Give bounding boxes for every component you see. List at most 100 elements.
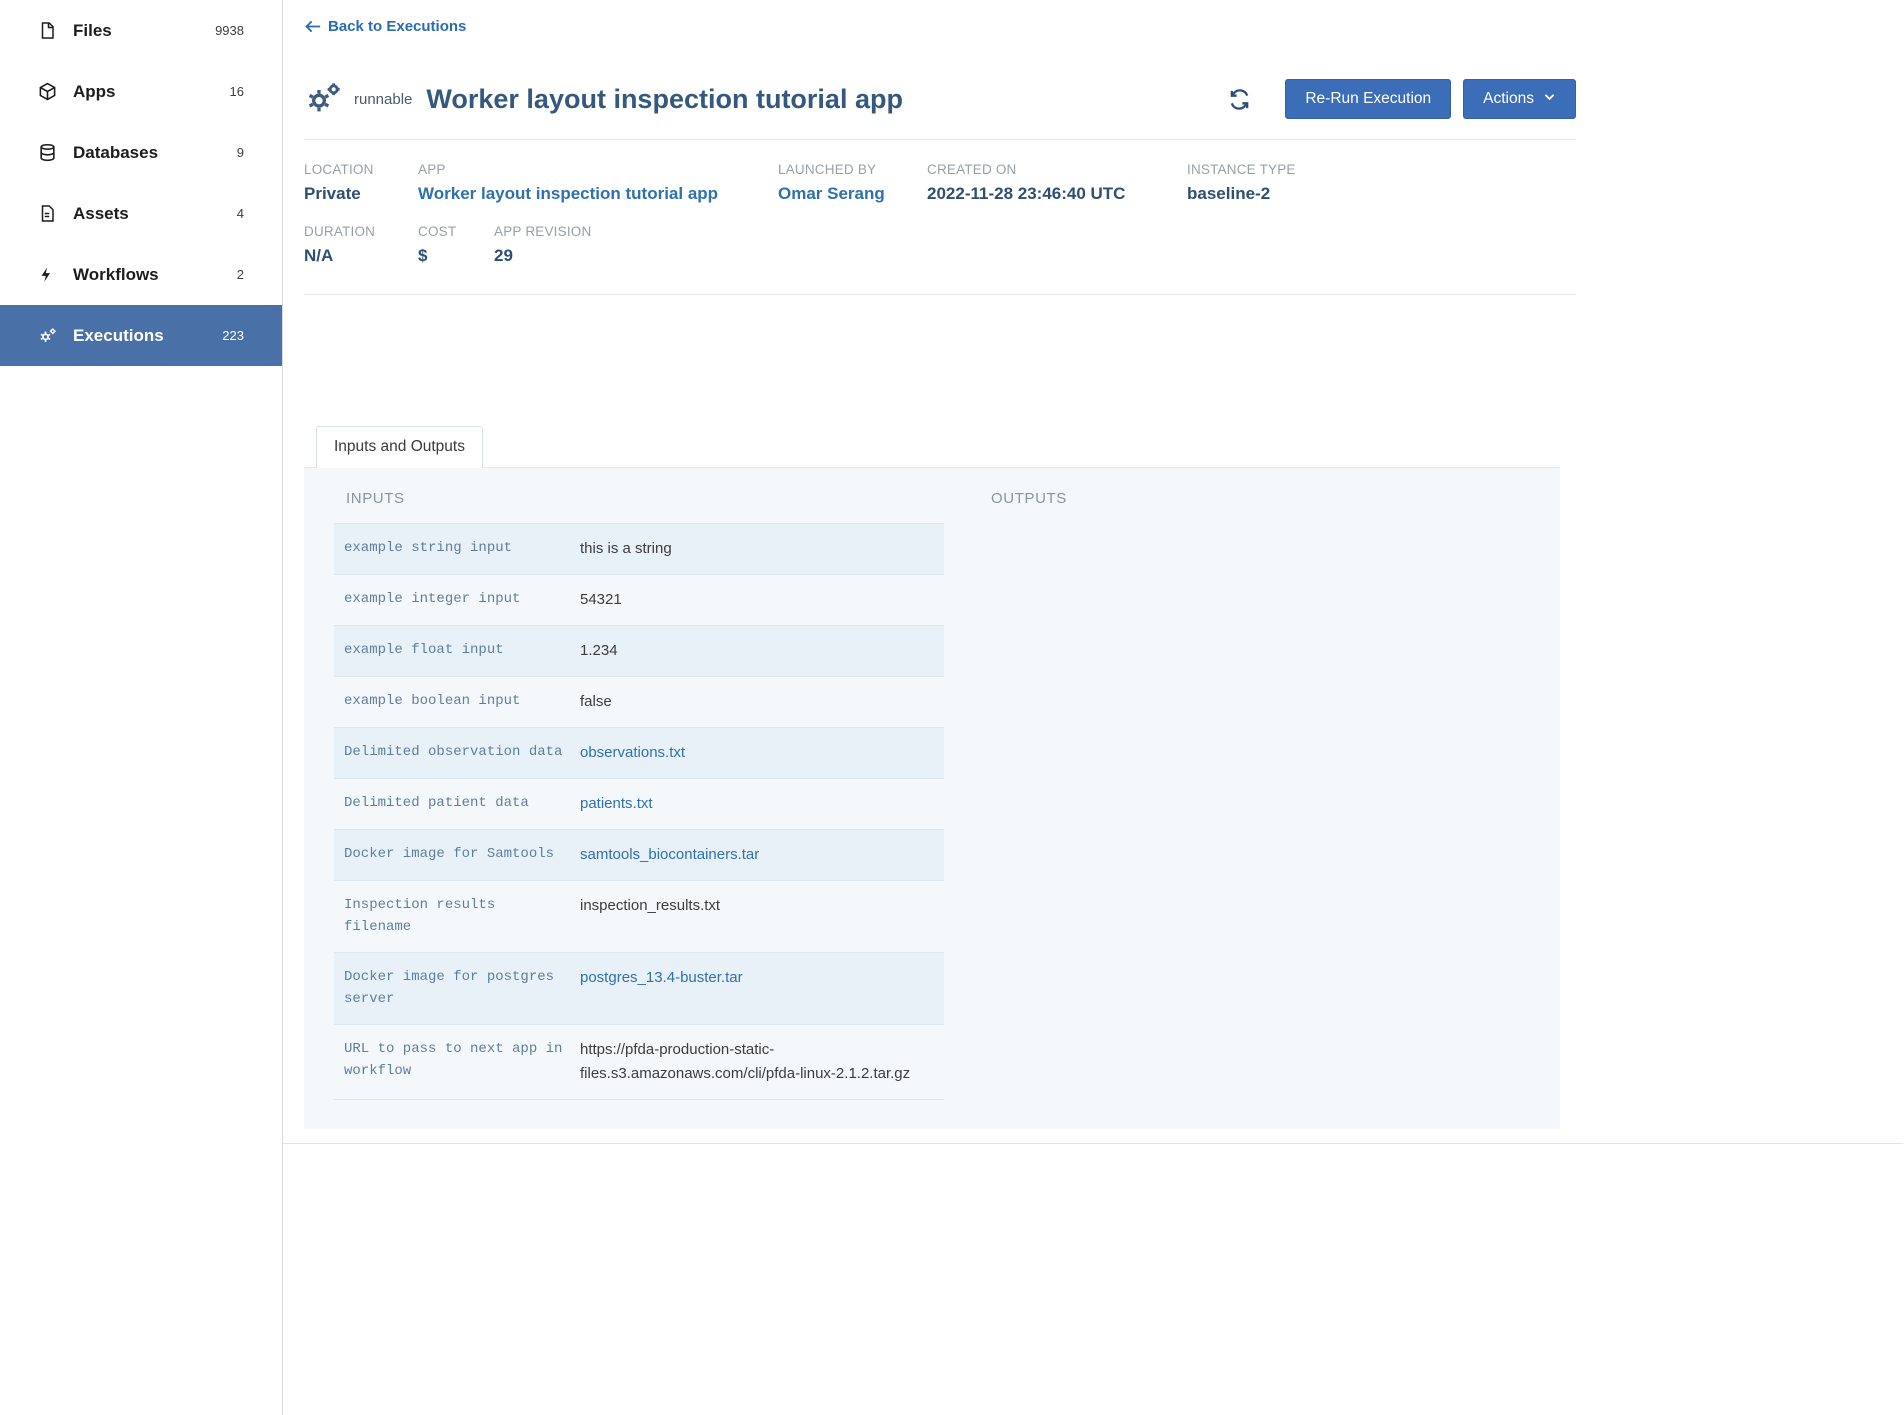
input-name: Delimited patient data <box>344 792 570 816</box>
sidebar-item-label: Files <box>73 21 112 41</box>
input-value: false <box>570 690 934 714</box>
input-value: 54321 <box>570 588 934 612</box>
bolt-icon <box>38 265 66 284</box>
input-row: example integer input 54321 <box>334 575 944 626</box>
actions-button[interactable]: Actions <box>1463 79 1576 119</box>
outputs-column: OUTPUTS <box>979 484 1560 1119</box>
tab-inputs-and-outputs[interactable]: Inputs and Outputs <box>316 426 483 468</box>
page-title: Worker layout inspection tutorial app <box>426 84 903 115</box>
input-value: this is a string <box>570 537 934 561</box>
tab-bar: Inputs and Outputs <box>304 426 1576 468</box>
sidebar-item-assets[interactable]: Assets 4 <box>0 183 282 244</box>
input-value-file-link[interactable]: observations.txt <box>570 741 934 765</box>
sidebar-item-count: 4 <box>237 206 244 221</box>
inputs-outputs-panel: INPUTS example string input this is a st… <box>304 467 1560 1129</box>
execution-metadata: LOCATION Private APP Worker layout inspe… <box>304 140 1576 295</box>
meta-field-label: APP <box>418 162 764 177</box>
meta-field: INSTANCE TYPE baseline-2 <box>1187 162 1310 204</box>
sidebar-item-label: Workflows <box>73 265 159 285</box>
input-row: Inspection results filename inspection_r… <box>334 881 944 953</box>
inputs-heading: INPUTS <box>346 490 979 507</box>
input-row: Docker image for postgres server postgre… <box>334 953 944 1025</box>
meta-field-label: LAUNCHED BY <box>778 162 913 177</box>
sidebar-item-label: Databases <box>73 143 158 163</box>
sidebar-item-count: 9 <box>237 145 244 160</box>
chevron-down-icon <box>1543 90 1556 108</box>
meta-field-label: LOCATION <box>304 162 404 177</box>
sidebar-item-count: 223 <box>222 328 244 343</box>
input-name: Inspection results filename <box>344 894 570 939</box>
sidebar-item-label: Executions <box>73 326 164 346</box>
meta-field: LOCATION Private <box>304 162 418 204</box>
meta-field: APP REVISION 29 <box>494 224 605 266</box>
input-name: Docker image for postgres server <box>344 966 570 1011</box>
meta-field-label: DURATION <box>304 224 404 239</box>
input-name: example boolean input <box>344 690 570 714</box>
input-name: example string input <box>344 537 570 561</box>
refresh-icon[interactable] <box>1224 84 1255 115</box>
input-value-file-link[interactable]: patients.txt <box>570 792 934 816</box>
meta-field-label: COST <box>418 224 480 239</box>
outputs-heading: OUTPUTS <box>991 490 1560 507</box>
input-row: Delimited observation data observations.… <box>334 728 944 779</box>
input-name: URL to pass to next app in workflow <box>344 1038 570 1086</box>
sidebar-item-count: 9938 <box>215 23 244 38</box>
sidebar-item-count: 2 <box>237 267 244 282</box>
meta-field-label: CREATED ON <box>927 162 1173 177</box>
input-row: URL to pass to next app in workflow http… <box>334 1025 944 1100</box>
meta-field: COST $ <box>418 224 494 266</box>
input-value: https://pfda-production-static-files.s3.… <box>570 1038 934 1086</box>
sidebar-item-executions[interactable]: Executions 223 <box>0 305 282 366</box>
sidebar-item-workflows[interactable]: Workflows 2 <box>0 244 282 305</box>
main-content: Back to Executions runnable Worker layou <box>283 0 1904 1415</box>
meta-field-value[interactable]: Omar Serang <box>778 184 913 204</box>
input-name: example float input <box>344 639 570 663</box>
input-row: Delimited patient data patients.txt <box>334 779 944 830</box>
meta-field: LAUNCHED BY Omar Serang <box>778 162 927 204</box>
meta-field-value: Private <box>304 184 404 204</box>
input-value-file-link[interactable]: samtools_biocontainers.tar <box>570 843 934 867</box>
meta-row-2: DURATION N/A COST $ APP REVISION 29 <box>304 224 1576 266</box>
meta-row-1: LOCATION Private APP Worker layout inspe… <box>304 162 1576 204</box>
inputs-column: INPUTS example string input this is a st… <box>334 484 979 1119</box>
asset-icon <box>38 204 66 223</box>
input-name: example integer input <box>344 588 570 612</box>
meta-field-label: INSTANCE TYPE <box>1187 162 1296 177</box>
meta-field-value: 29 <box>494 246 591 266</box>
input-value: inspection_results.txt <box>570 894 934 939</box>
back-arrow-icon <box>304 19 321 34</box>
runnable-badge: runnable <box>354 91 412 108</box>
input-value: 1.234 <box>570 639 934 663</box>
database-icon <box>38 143 66 162</box>
rerun-button-label: Re-Run Execution <box>1305 90 1431 108</box>
input-value-file-link[interactable]: postgres_13.4-buster.tar <box>570 966 934 1011</box>
input-name: Docker image for Samtools <box>344 843 570 867</box>
actions-button-label: Actions <box>1483 90 1534 108</box>
meta-field-value: $ <box>418 246 480 266</box>
input-row: example float input 1.234 <box>334 626 944 677</box>
execution-header: runnable Worker layout inspection tutori… <box>304 79 1576 140</box>
input-row: example boolean input false <box>334 677 944 728</box>
sidebar-item-files[interactable]: Files 9938 <box>0 0 282 61</box>
sidebar-item-count: 16 <box>230 84 244 99</box>
sidebar-item-label: Apps <box>73 82 116 102</box>
back-to-executions-link[interactable]: Back to Executions <box>304 18 466 35</box>
sidebar: Files 9938 Apps 16 Databases 9 Assets 4 … <box>0 0 283 1415</box>
meta-field-value: N/A <box>304 246 404 266</box>
input-row: example string input this is a string <box>334 524 944 575</box>
file-icon <box>38 21 66 40</box>
sidebar-nav: Files 9938 Apps 16 Databases 9 Assets 4 … <box>0 0 282 366</box>
back-link-label: Back to Executions <box>328 18 466 35</box>
meta-field-value: baseline-2 <box>1187 184 1296 204</box>
input-row: Docker image for Samtools samtools_bioco… <box>334 830 944 881</box>
sidebar-item-label: Assets <box>73 204 129 224</box>
meta-field: CREATED ON 2022-11-28 23:46:40 UTC <box>927 162 1187 204</box>
inputs-table: example string input this is a string ex… <box>334 523 944 1100</box>
meta-field-value: 2022-11-28 23:46:40 UTC <box>927 184 1173 204</box>
meta-field-value[interactable]: Worker layout inspection tutorial app <box>418 184 764 204</box>
gears-app-icon <box>304 79 344 119</box>
sidebar-item-apps[interactable]: Apps 16 <box>0 61 282 122</box>
rerun-execution-button[interactable]: Re-Run Execution <box>1285 79 1451 119</box>
meta-field: APP Worker layout inspection tutorial ap… <box>418 162 778 204</box>
sidebar-item-databases[interactable]: Databases 9 <box>0 122 282 183</box>
